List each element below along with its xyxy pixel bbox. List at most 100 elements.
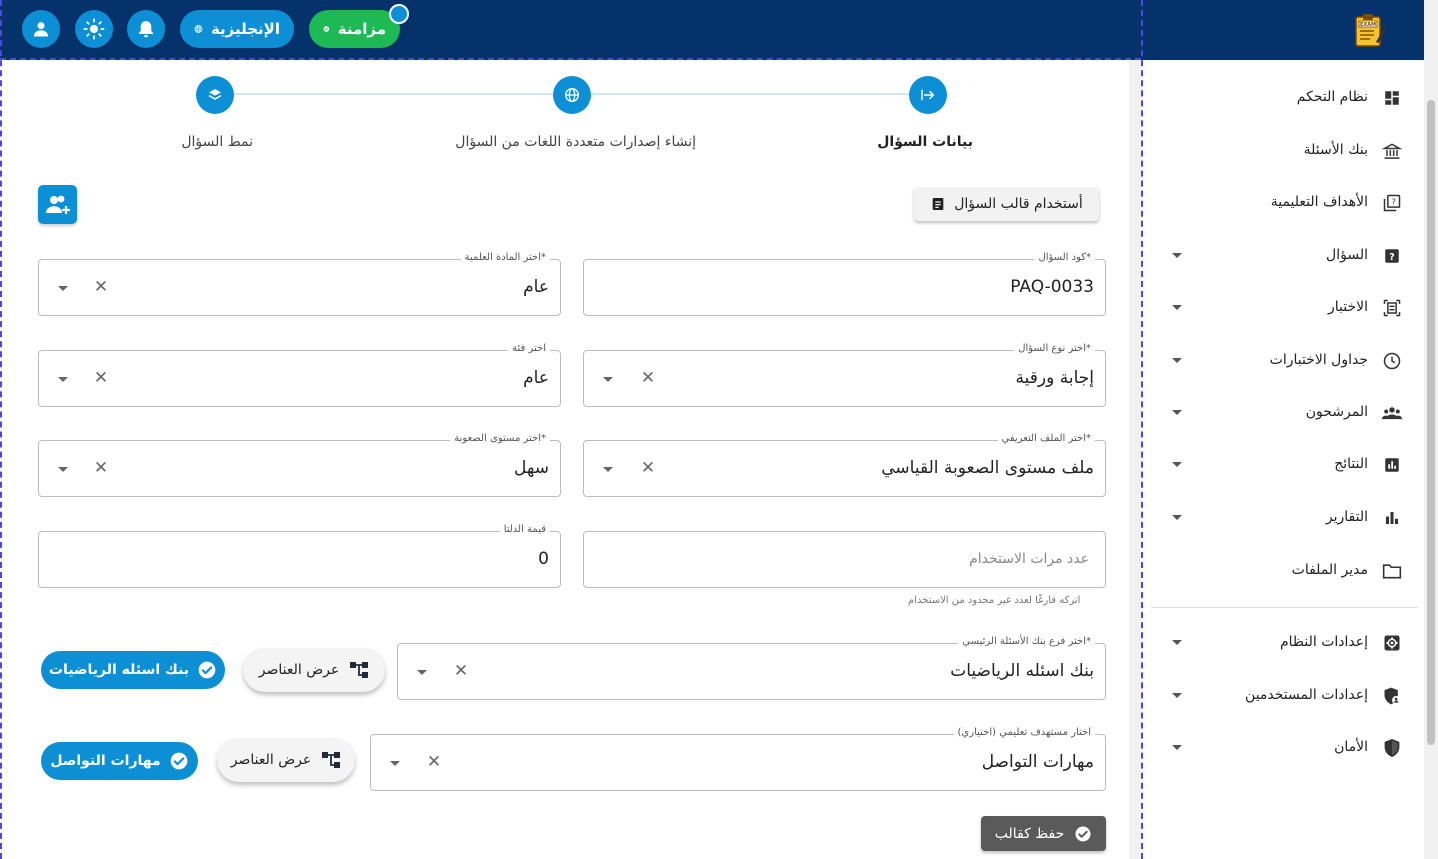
dropdown-caret-icon[interactable] [58, 377, 68, 382]
sidebar-item-results[interactable]: النتائج [1150, 447, 1410, 483]
bank-icon [1382, 141, 1402, 161]
sidebar-item-label: الأهداف التعليمية [1270, 194, 1368, 210]
bank-chip[interactable]: بنك اسئله الرياضيات [41, 651, 225, 689]
clear-icon[interactable]: ✕ [91, 277, 111, 297]
dropdown-caret-icon[interactable] [58, 467, 68, 472]
chevron-down-icon[interactable] [1172, 640, 1182, 645]
delta-input[interactable]: قيمة الدلتا 0 [38, 524, 561, 588]
chevron-down-icon[interactable] [1172, 358, 1182, 363]
quiz-icon: ? [1382, 193, 1402, 213]
stepper-connector [234, 93, 553, 95]
sync-label: مزامنة [337, 20, 386, 38]
check-circle-icon [1075, 826, 1091, 841]
category-select[interactable]: اختر فئة عام ✕ [38, 343, 561, 407]
objective-chip-label: مهارات التواصل [50, 753, 161, 769]
usage-count-input[interactable]: عدد مرات الاستخدام [583, 531, 1106, 588]
sidebar-item-user-settings[interactable]: إعدادات المستخدمين [1150, 678, 1410, 714]
sidebar-item-objectives[interactable]: ? الأهداف التعليمية [1150, 185, 1410, 221]
bank-view-items-label: عرض العناصر [258, 662, 340, 678]
question-type-label: اختر نوع السؤال* [1014, 343, 1095, 354]
subject-value: عام [523, 277, 549, 297]
clear-icon[interactable]: ✕ [638, 368, 658, 388]
dropdown-caret-icon[interactable] [417, 670, 427, 675]
bank-view-items-button[interactable]: عرض العناصر [243, 648, 385, 692]
save-as-template-button[interactable]: حفظ كقالب [981, 816, 1106, 851]
bar-chart-icon [1382, 508, 1402, 528]
sync-status-dot [389, 4, 409, 24]
dropdown-caret-icon[interactable] [603, 377, 613, 382]
save-as-template-label: حفظ كقالب [994, 825, 1065, 842]
clear-icon[interactable]: ✕ [424, 752, 444, 772]
chevron-down-icon[interactable] [1172, 745, 1182, 750]
language-button[interactable]: الإنجليزية [180, 10, 294, 48]
bank-branch-label: اختر فرع بنك الأسئلة الرئيسي* [958, 636, 1095, 647]
sidebar-item-label: الأمان [1334, 739, 1368, 755]
question-type-select[interactable]: اختر نوع السؤال* إجابة ورقية ✕ [583, 343, 1106, 407]
chevron-down-icon[interactable] [1172, 305, 1182, 310]
sidebar-item-question-bank[interactable]: بنك الأسئلة [1150, 133, 1410, 169]
bank-branch-value: بنك اسئله الرياضيات [950, 661, 1094, 681]
use-template-button[interactable]: أستخدام قالب السؤال [914, 187, 1099, 221]
notifications-button[interactable] [127, 10, 165, 48]
add-user-button[interactable] [38, 185, 77, 224]
dropdown-caret-icon[interactable] [603, 467, 613, 472]
shield-icon [1382, 738, 1402, 758]
question-code-field[interactable]: كود السؤال* PAQ-0033 [583, 252, 1106, 316]
sidebar-item-question[interactable]: ? السؤال [1150, 238, 1410, 274]
subject-select[interactable]: اختر المادة العلمية* عام ✕ [38, 252, 561, 316]
sidebar-item-system-settings[interactable]: إعدادات النظام [1150, 625, 1410, 661]
guide-line [0, 58, 1141, 60]
account-button[interactable] [22, 10, 60, 48]
profile-label: اختر الملف التعريفي* [997, 433, 1095, 444]
guide-line [0, 0, 2, 859]
help-box-icon: ? [1382, 246, 1402, 266]
sidebar-item-file-manager[interactable]: مدير الملفات [1150, 553, 1410, 589]
step-question-data[interactable] [909, 76, 947, 114]
theme-toggle-button[interactable] [75, 10, 113, 48]
chevron-down-icon[interactable] [1172, 693, 1182, 698]
question-type-value: إجابة ورقية [1015, 368, 1094, 388]
step-multilingual[interactable] [553, 76, 591, 114]
dropdown-caret-icon[interactable] [390, 761, 400, 766]
sidebar-item-label: السؤال [1326, 247, 1368, 263]
document-icon [932, 198, 944, 210]
dropdown-caret-icon[interactable] [58, 286, 68, 291]
main-scrollbar[interactable] [1129, 60, 1141, 859]
chevron-down-icon[interactable] [1172, 410, 1182, 415]
chevron-down-icon[interactable] [1172, 462, 1182, 467]
bell-icon [138, 21, 154, 38]
sidebar-item-dashboard[interactable]: نظام التحكم [1150, 80, 1410, 116]
use-template-label: أستخدام قالب السؤال [954, 196, 1083, 212]
sidebar-item-label: جداول الاختبارات [1269, 352, 1368, 368]
objective-chip[interactable]: مهارات التواصل [41, 742, 198, 780]
sidebar-item-label: التقارير [1325, 509, 1368, 525]
objective-view-items-button[interactable]: عرض العناصر [217, 738, 355, 782]
clear-icon[interactable]: ✕ [451, 661, 471, 681]
sidebar-item-reports[interactable]: التقارير [1150, 500, 1410, 536]
sidebar-item-exam-schedules[interactable]: جداول الاختبارات [1150, 343, 1410, 379]
sidebar-item-label: الاختبار [1327, 299, 1368, 315]
sync-button[interactable]: مزامنة [309, 10, 400, 48]
difficulty-select[interactable]: اختر مستوى الصعوبة* سهل ✕ [38, 433, 561, 497]
check-circle-icon [198, 661, 216, 679]
sidebar-divider [1151, 607, 1418, 608]
sidebar-item-security[interactable]: الأمان [1150, 730, 1410, 766]
clear-icon[interactable]: ✕ [91, 458, 111, 478]
bank-branch-select[interactable]: اختر فرع بنك الأسئلة الرئيسي* بنك اسئله … [397, 636, 1106, 700]
difficulty-label: اختر مستوى الصعوبة* [450, 433, 550, 444]
clear-icon[interactable]: ✕ [91, 368, 111, 388]
page-scrollbar-thumb[interactable] [1427, 100, 1435, 745]
objective-select[interactable]: اختار مستهدف تعليمي (اختياري) مهارات الت… [370, 727, 1106, 791]
dashboard-icon [1382, 88, 1402, 108]
chevron-down-icon[interactable] [1172, 253, 1182, 258]
clear-icon[interactable]: ✕ [638, 458, 658, 478]
sidebar-item-candidates[interactable]: المرشحون [1150, 395, 1410, 431]
sidebar-item-exam[interactable]: الاختبار [1150, 290, 1410, 326]
question-code-value: PAQ-0033 [1010, 277, 1094, 297]
chevron-down-icon[interactable] [1172, 515, 1182, 520]
sidebar-item-label: مدير الملفات [1291, 562, 1368, 578]
check-circle-icon [170, 752, 188, 770]
step-question-style[interactable] [196, 76, 234, 114]
profile-select[interactable]: اختر الملف التعريفي* ملف مستوى الصعوبة ا… [583, 433, 1106, 497]
objective-label: اختار مستهدف تعليمي (اختياري) [953, 727, 1095, 738]
